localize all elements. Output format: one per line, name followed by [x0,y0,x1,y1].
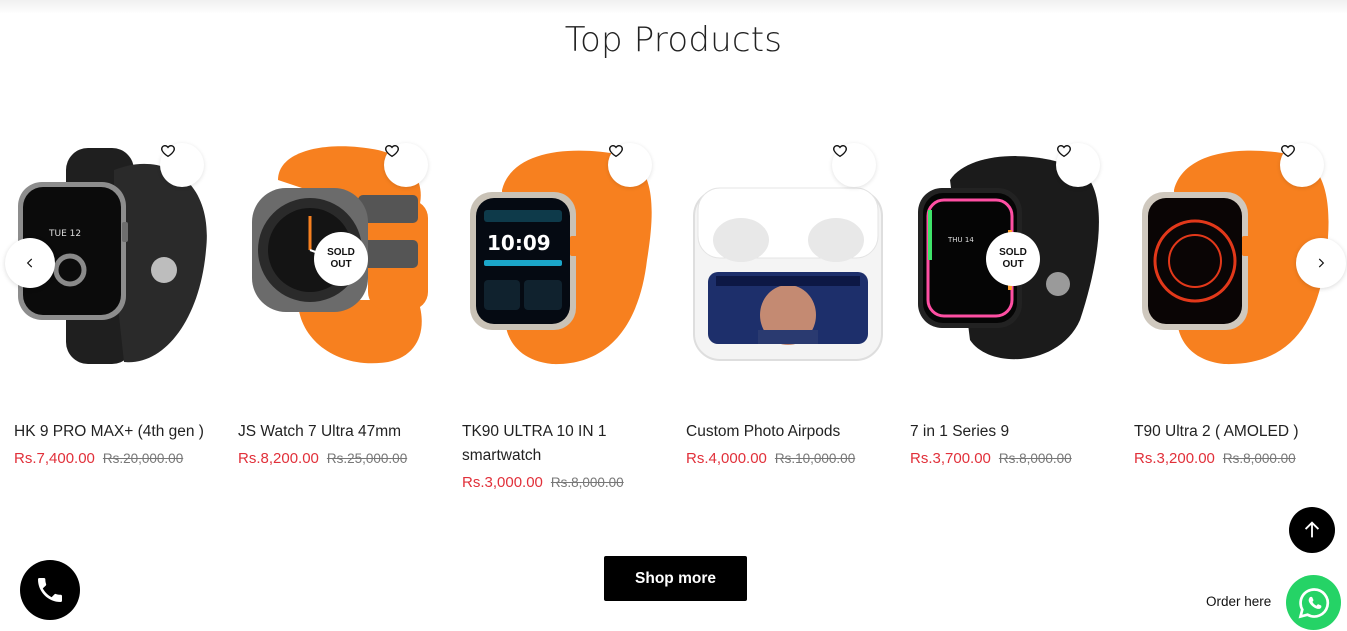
product-card[interactable]: 10:09 TK90 ULTRA 10 IN 1 smartwatch Rs.3… [462,140,668,491]
scroll-to-top-button[interactable] [1289,507,1335,553]
product-title[interactable]: TK90 ULTRA 10 IN 1 smartwatch [462,420,672,468]
section-title: Top Products [564,20,783,60]
order-here-label: Order here [1206,594,1272,609]
wishlist-button[interactable] [832,143,876,187]
sale-price: Rs.3,000.00 [462,474,543,491]
price-row: Rs.8,200.00 Rs.25,000.00 [238,450,407,467]
price-row: Rs.3,700.00 Rs.8,000.00 [910,450,1072,467]
heart-icon [1281,144,1295,158]
wishlist-button[interactable] [160,143,204,187]
product-card[interactable]: Custom Photo Airpods Rs.4,000.00 Rs.10,00… [686,140,892,467]
sold-out-badge: SOLD OUT [314,232,368,286]
sold-out-badge: SOLD OUT [986,232,1040,286]
compare-price: Rs.8,000.00 [1222,451,1296,466]
wishlist-button[interactable] [1280,143,1324,187]
product-title[interactable]: HK 9 PRO MAX+ (4th gen ) [14,420,224,444]
chevron-right-icon [1318,258,1325,268]
sale-price: Rs.4,000.00 [686,450,767,467]
heart-icon [1057,144,1071,158]
price-row: Rs.3,200.00 Rs.8,000.00 [1134,450,1296,467]
price-row: Rs.3,000.00 Rs.8,000.00 [462,474,624,491]
phone-icon [38,578,62,602]
product-title[interactable]: Custom Photo Airpods [686,420,896,444]
product-image[interactable]: 10:09 [462,140,668,372]
product-carousel: TUE 12 HK 9 PRO MAX+ (4th gen ) Rs.7,400… [14,140,1347,510]
carousel-next-button[interactable] [1296,238,1346,288]
sale-price: Rs.8,200.00 [238,450,319,467]
product-title[interactable]: JS Watch 7 Ultra 47mm [238,420,448,444]
wishlist-button[interactable] [384,143,428,187]
call-button[interactable] [20,560,80,620]
product-image[interactable]: THU 14 SOLD OUT [910,140,1116,372]
product-image[interactable]: SOLD OUT [238,140,444,372]
heart-icon [385,144,399,158]
watch-face-date: TUE 12 [48,229,81,239]
price-row: Rs.7,400.00 Rs.20,000.00 [14,450,183,467]
product-image[interactable] [686,140,892,372]
product-title[interactable]: 7 in 1 Series 9 [910,420,1120,444]
chevron-left-icon [26,258,33,268]
compare-price: Rs.8,000.00 [998,451,1072,466]
heart-icon [609,144,623,158]
sale-price: Rs.7,400.00 [14,450,95,467]
watch-face-date: THU 14 [947,236,974,244]
heart-icon [161,144,175,158]
wishlist-button[interactable] [608,143,652,187]
whatsapp-icon [1298,587,1329,618]
header-shadow [0,0,1347,14]
sale-price: Rs.3,700.00 [910,450,991,467]
compare-price: Rs.20,000.00 [102,451,184,466]
sale-price: Rs.3,200.00 [1134,450,1215,467]
watch-face-time: 10:09 [487,231,551,255]
shop-more-button[interactable]: Shop more [604,556,747,601]
whatsapp-button[interactable] [1286,575,1341,630]
product-card[interactable]: SOLD OUT JS Watch 7 Ultra 47mm Rs.8,200.0… [238,140,444,467]
product-card[interactable]: THU 14 SOLD OUT 7 in 1 Series 9 Rs.3,700.… [910,140,1116,467]
heart-icon [833,144,847,158]
price-row: Rs.4,000.00 Rs.10,000.00 [686,450,855,467]
product-title[interactable]: T90 Ultra 2 ( AMOLED ) [1134,420,1344,444]
compare-price: Rs.8,000.00 [550,475,624,490]
wishlist-button[interactable] [1056,143,1100,187]
carousel-prev-button[interactable] [5,238,55,288]
arrow-up-icon [1304,521,1320,538]
compare-price: Rs.25,000.00 [326,451,408,466]
compare-price: Rs.10,000.00 [774,451,856,466]
